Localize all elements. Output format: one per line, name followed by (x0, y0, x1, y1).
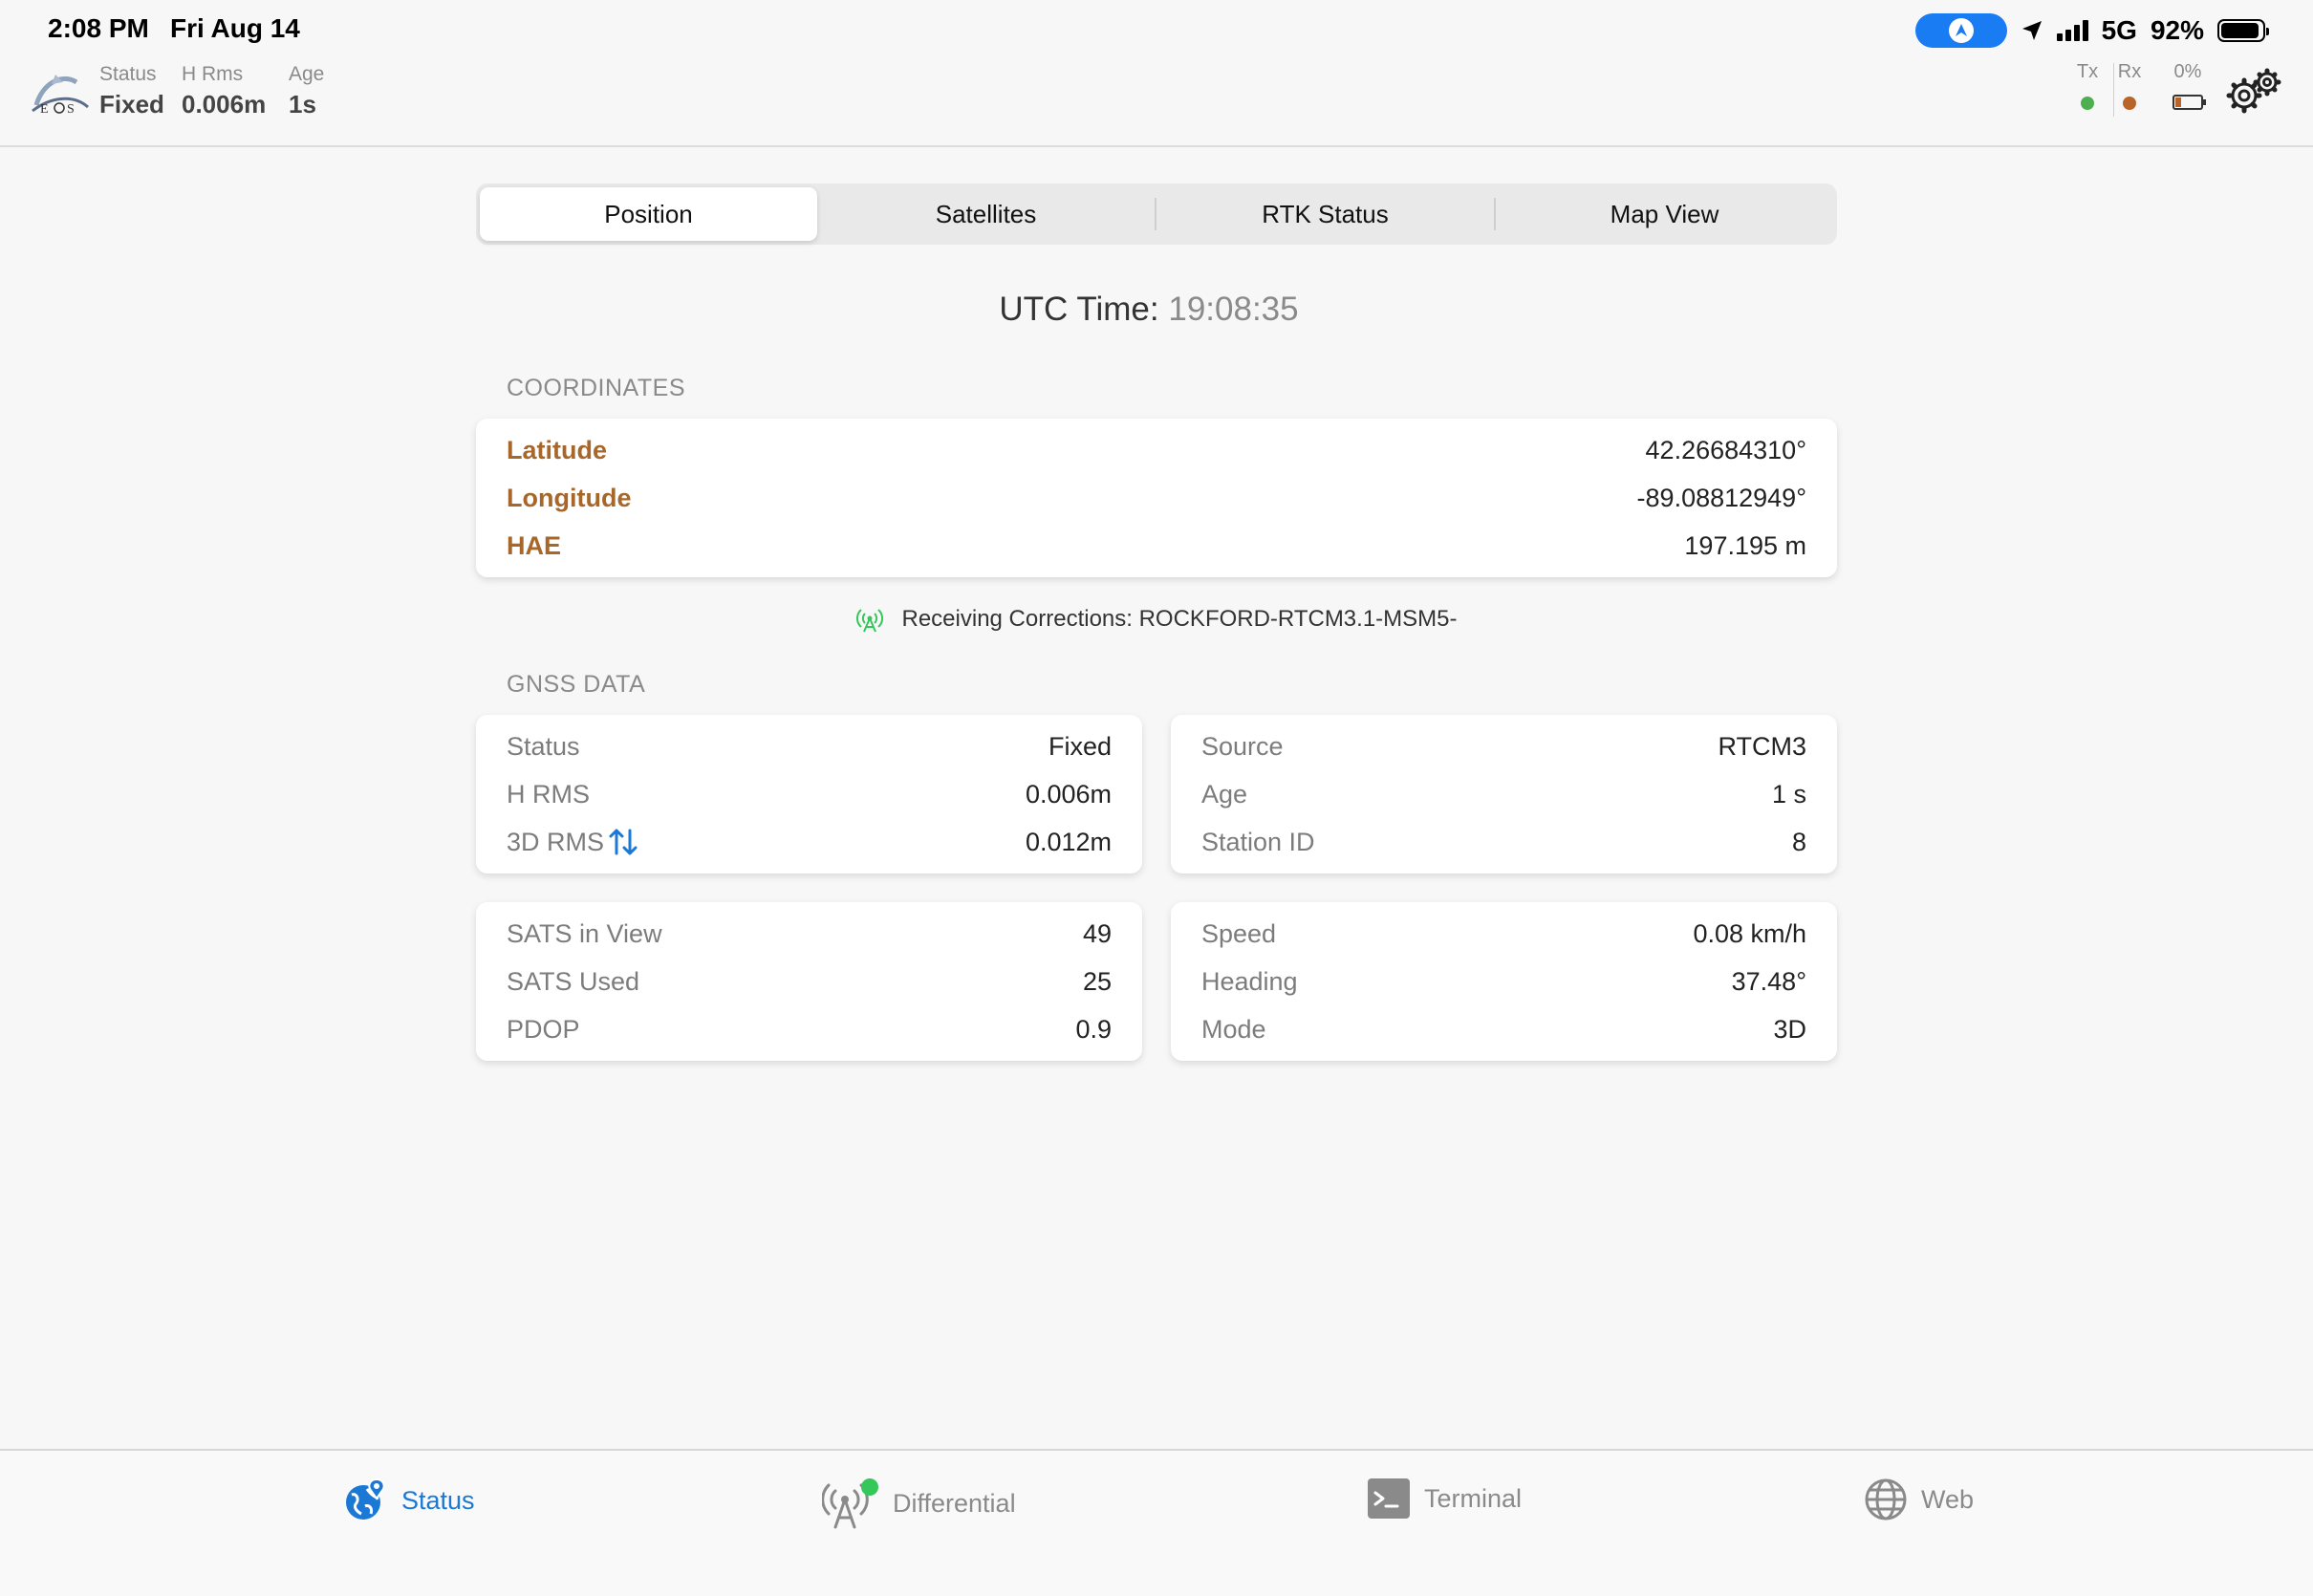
coordinate-row-latitude: Latitude 42.26684310° (507, 435, 1806, 464)
device-battery: 0% (2166, 61, 2210, 110)
utc-time-label: UTC Time: (999, 291, 1159, 328)
network-type: 5G (2101, 15, 2137, 45)
battery-percent: 92% (2150, 15, 2204, 45)
antenna-icon (855, 609, 883, 633)
svg-text:S: S (67, 102, 75, 117)
header-status-value: Fixed (99, 90, 164, 119)
gnss-sats-card: SATS in View 49 SATS Used 25 PDOP 0.9 (476, 902, 1142, 1061)
utc-time: UTC Time: 19:08:35 (0, 291, 2298, 329)
view-segmented-control: Position Satellites RTK Status Map View (476, 183, 1837, 245)
bottom-tab-differential-label: Differential (893, 1488, 1016, 1518)
gnss-motion-card: Speed 0.08 km/h Heading 37.48° Mode 3D (1171, 902, 1837, 1061)
coordinate-row-hae: HAE 197.195 m (507, 530, 1806, 560)
cellular-signal-icon (2056, 20, 2088, 41)
gnss-section-label: GNSS DATA (507, 671, 646, 698)
gnss-row-speed: Speed 0.08 km/h (1201, 918, 1806, 948)
gnss-source-card: Source RTCM3 Age 1 s Station ID 8 (1171, 715, 1837, 873)
settings-gears-icon[interactable] (2225, 67, 2282, 117)
corrections-text: Receiving Corrections: ROCKFORD-RTCM3.1-… (901, 606, 1458, 632)
bottom-tab-status-label: Status (401, 1485, 475, 1515)
ios-status-bar: 2:08 PM Fri Aug 14 5G 92% (0, 0, 2313, 59)
clock: 2:08 PM (48, 13, 149, 43)
gnss-row-pdop: PDOP 0.9 (507, 1014, 1112, 1044)
bottom-tab-status[interactable]: Status (342, 1477, 475, 1523)
status-indicators: 5G 92% (1914, 11, 2269, 50)
svg-text:E: E (40, 102, 49, 117)
tx-dot (2081, 97, 2094, 110)
app-header: E S Status Fixed H Rms 0.006m Age 1s Tx … (0, 59, 2313, 147)
swap-arrows-icon[interactable] (608, 828, 638, 856)
header-age-value: 1s (289, 90, 316, 119)
rx-dot (2123, 97, 2136, 110)
gnss-row-station-id: Station ID 8 (1201, 827, 1806, 856)
tab-rtk-status[interactable]: RTK Status (1156, 187, 1494, 241)
utc-time-value: 19:08:35 (1168, 291, 1299, 328)
gnss-row-hrms: H RMS 0.006m (507, 779, 1112, 809)
tab-map-view[interactable]: Map View (1496, 187, 1833, 241)
header-hrms-value: 0.006m (182, 90, 267, 119)
gnss-row-3drms: 3D RMS 0.012m (507, 827, 1112, 856)
device-battery-icon (2172, 95, 2206, 110)
bottom-tab-web[interactable]: Web (1864, 1477, 1974, 1521)
header-status: Status Fixed (99, 63, 164, 119)
eos-logo-icon: E S (32, 75, 89, 117)
hae-value: 197.195 m (1684, 530, 1806, 560)
header-hrms: H Rms 0.006m (182, 63, 267, 119)
gnss-row-heading: Heading 37.48° (1201, 966, 1806, 996)
bottom-tab-bar: Status Differential Terminal Web (0, 1449, 2313, 1596)
gnss-row-age: Age 1 s (1201, 779, 1806, 809)
navigation-arrow-icon (1948, 18, 1974, 43)
location-arrow-icon (2021, 21, 2042, 40)
coordinate-row-longitude: Longitude -89.08812949° (507, 483, 1806, 512)
date: Fri Aug 14 (170, 13, 300, 43)
latitude-value: 42.26684310° (1645, 435, 1806, 464)
gnss-row-source: Source RTCM3 (1201, 731, 1806, 761)
gnss-row-status: Status Fixed (507, 731, 1112, 761)
tab-satellites[interactable]: Satellites (817, 187, 1155, 241)
navigation-pill[interactable] (1914, 13, 2007, 48)
antenna-icon (822, 1478, 878, 1529)
longitude-value: -89.08812949° (1636, 483, 1806, 512)
terminal-icon (1368, 1478, 1410, 1519)
gnss-row-sats-used: SATS Used 25 (507, 966, 1112, 996)
gnss-status-card: Status Fixed H RMS 0.006m 3D RMS 0.012m (476, 715, 1142, 873)
bottom-tab-web-label: Web (1921, 1484, 1975, 1514)
gnss-row-mode: Mode 3D (1201, 1014, 1806, 1044)
battery-icon (2217, 19, 2269, 42)
coordinates-section-label: COORDINATES (507, 375, 685, 401)
tab-position[interactable]: Position (480, 187, 817, 241)
coordinates-card: Latitude 42.26684310° Longitude -89.0881… (476, 419, 1837, 577)
globe-pin-icon (346, 1477, 385, 1520)
tx-indicator: Tx (2076, 61, 2099, 110)
bottom-tab-differential[interactable]: Differential (822, 1477, 1016, 1529)
bottom-tab-terminal-label: Terminal (1424, 1483, 1523, 1513)
header-age: Age 1s (289, 63, 325, 119)
gnss-row-sats-in-view: SATS in View 49 (507, 918, 1112, 948)
corrections-status: Receiving Corrections: ROCKFORD-RTCM3.1-… (0, 606, 2313, 633)
globe-icon (1865, 1478, 1907, 1521)
rx-indicator: Rx (2116, 61, 2143, 110)
bottom-tab-terminal[interactable]: Terminal (1367, 1477, 1522, 1520)
